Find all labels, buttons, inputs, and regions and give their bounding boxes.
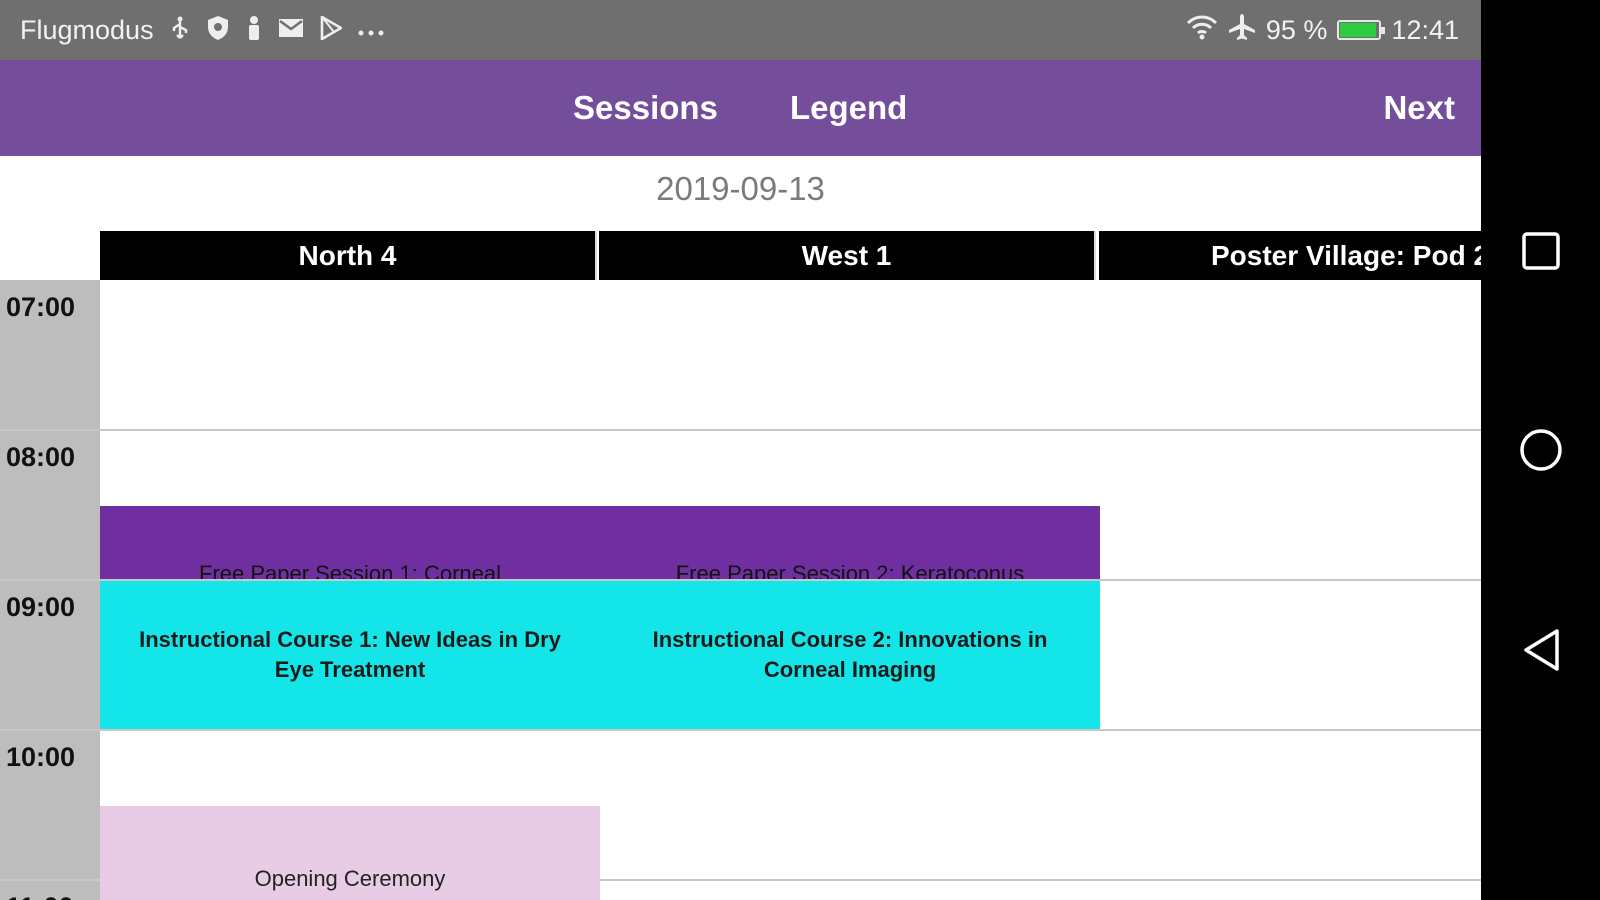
clock: 12:41 xyxy=(1391,14,1459,45)
tab-legend[interactable]: Legend xyxy=(790,60,907,156)
home-button[interactable] xyxy=(1481,410,1600,490)
hour-divider xyxy=(0,429,1481,431)
back-icon xyxy=(1523,629,1559,671)
time-label: 09:00 xyxy=(6,592,76,622)
vpn-shield-icon xyxy=(206,15,230,45)
hour-divider xyxy=(0,729,1481,731)
session-title: Opening Ceremony xyxy=(254,866,446,891)
usb-icon xyxy=(170,16,190,44)
app-screen: Flugmodus 95 % 12:41 Sessions Legend Nex… xyxy=(0,0,1481,900)
mail-icon xyxy=(278,18,304,42)
time-label: 11:00 xyxy=(6,892,74,900)
session-block[interactable]: Free Paper Session 2: Keratoconus xyxy=(600,506,1100,579)
time-label: 10:00 xyxy=(6,742,76,772)
time-label: 07:00 xyxy=(6,292,76,322)
recents-icon xyxy=(1521,232,1560,270)
battery-percent: 95 % xyxy=(1265,14,1328,45)
session-block[interactable]: Instructional Course 2: Innovations in C… xyxy=(600,581,1100,729)
notification-icon xyxy=(246,15,262,45)
room-header-poster-village: Poster Village: Pod 2 xyxy=(1099,231,1481,280)
session-block[interactable]: Free Paper Session 1: Corneal xyxy=(100,506,600,579)
status-left: Flugmodus xyxy=(20,0,384,60)
session-title: Instructional Course 2: Innovations in C… xyxy=(652,627,1048,682)
wifi-icon xyxy=(1186,14,1218,47)
home-icon xyxy=(1519,429,1562,471)
time-label: 08:00 xyxy=(6,442,76,472)
tab-sessions[interactable]: Sessions xyxy=(573,60,718,156)
room-header-north-4: North 4 xyxy=(100,231,597,280)
time-column xyxy=(0,280,100,900)
status-bar: Flugmodus 95 % 12:41 xyxy=(0,0,1481,60)
play-store-icon xyxy=(320,14,344,44)
session-title: Free Paper Session 1: Corneal xyxy=(198,561,502,579)
session-block[interactable]: Instructional Course 1: New Ideas in Dry… xyxy=(100,581,600,729)
battery-charging-icon xyxy=(1337,20,1386,40)
status-right: 95 % 12:41 xyxy=(1186,0,1459,60)
recents-button[interactable] xyxy=(1481,211,1600,291)
system-nav-bar xyxy=(1481,0,1600,900)
room-header-west-1: West 1 xyxy=(599,231,1096,280)
session-block[interactable]: Opening Ceremony xyxy=(100,806,600,900)
schedule-date: 2019-09-13 xyxy=(656,170,825,207)
next-button[interactable]: Next xyxy=(1383,60,1455,156)
session-title: Free Paper Session 2: Keratoconus xyxy=(675,561,1025,579)
more-icon xyxy=(358,19,384,41)
airplane-icon xyxy=(1228,13,1256,48)
session-title: Instructional Course 1: New Ideas in Dry… xyxy=(139,627,561,682)
back-button[interactable] xyxy=(1481,610,1600,690)
carrier-label: Flugmodus xyxy=(20,14,154,45)
app-bar: Sessions Legend Next xyxy=(0,60,1481,156)
